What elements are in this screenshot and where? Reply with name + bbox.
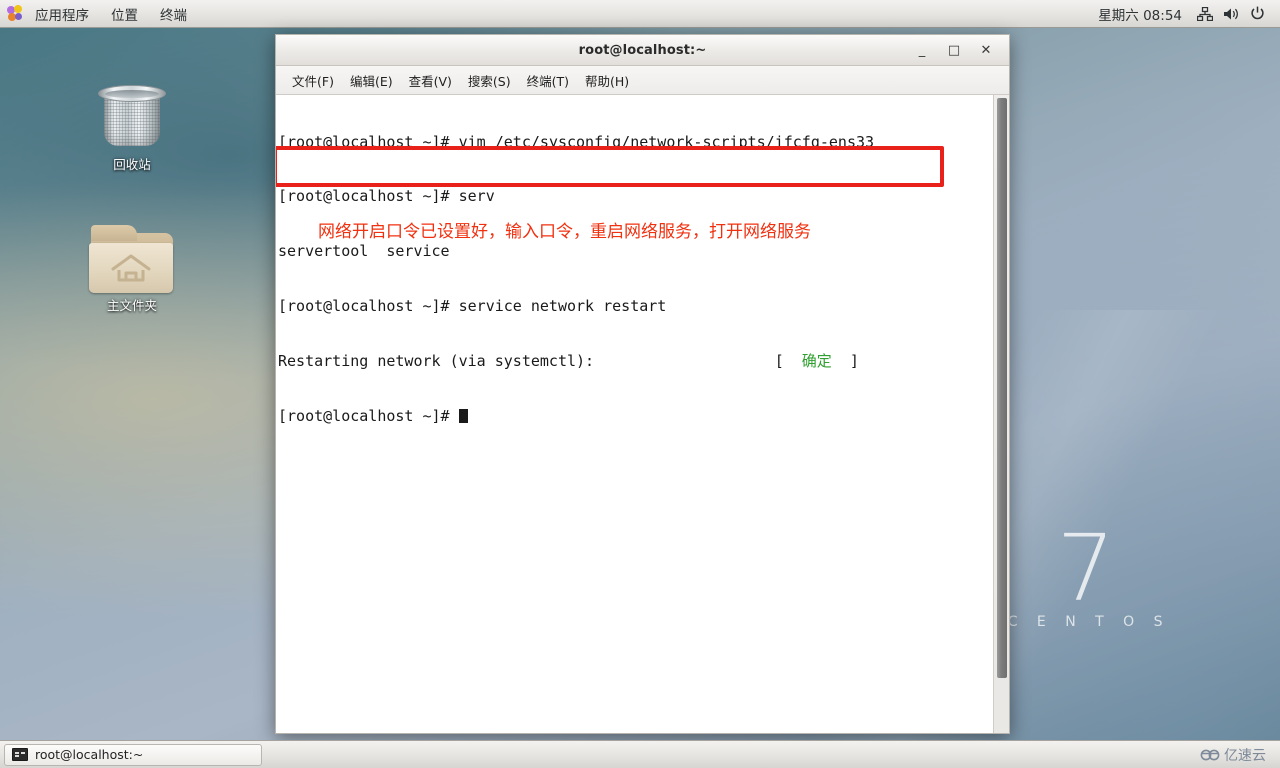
menu-help[interactable]: 帮助(H) <box>577 66 637 94</box>
maximize-button[interactable]: □ <box>945 41 963 59</box>
terminal-text: [root@localhost ~]# vim /etc/sysconfig/n… <box>276 96 985 517</box>
menu-terminal[interactable]: 终端(T) <box>519 66 577 94</box>
top-panel-right: 星期六 08:54 <box>1088 0 1280 27</box>
centos-branding: 7 C E N T O S <box>1002 515 1170 631</box>
terminal-line: [root@localhost ~]# serv <box>278 187 495 206</box>
status-bracket-close: ] <box>849 352 859 371</box>
trash-icon <box>93 76 171 154</box>
annotation-text: 网络开启口令已设置好，输入口令，重启网络服务，打开网络服务 <box>318 222 811 242</box>
window-controls: _ □ ✕ <box>913 41 1009 59</box>
terminal-prompt-line: [root@localhost ~]# <box>278 407 985 425</box>
terminal-line-status: Restarting network (via systemctl): [ 确定… <box>278 352 985 370</box>
menu-edit[interactable]: 编辑(E) <box>342 66 401 94</box>
terminal-icon <box>12 748 28 761</box>
centos-version-number: 7 <box>1056 515 1116 622</box>
terminal-prompt: [root@localhost ~]# <box>278 407 459 426</box>
highlight-box <box>276 146 944 187</box>
home-folder-icon <box>89 223 175 295</box>
menu-search[interactable]: 搜索(S) <box>460 66 519 94</box>
top-panel-left: 应用程序 位置 终端 <box>0 0 198 27</box>
desktop-icon-home[interactable]: 主文件夹 <box>72 223 192 313</box>
window-title-bar[interactable]: root@localhost:~ _ □ ✕ <box>276 35 1009 66</box>
terminal-output-area[interactable]: [root@localhost ~]# vim /etc/sysconfig/n… <box>276 95 1009 733</box>
top-panel: 应用程序 位置 终端 星期六 08:54 <box>0 0 1280 28</box>
menu-bar: 文件(F) 编辑(E) 查看(V) 搜索(S) 终端(T) 帮助(H) <box>276 66 1009 95</box>
house-glyph <box>111 254 151 282</box>
watermark: 亿速云 <box>1200 745 1280 765</box>
minimize-button[interactable]: _ <box>913 41 931 59</box>
status-ok-label: 确定 <box>801 352 832 371</box>
volume-icon[interactable] <box>1218 0 1244 28</box>
terminal-line: servertool service <box>278 242 450 261</box>
applications-icon[interactable] <box>7 5 24 22</box>
menu-terminal[interactable]: 终端 <box>149 0 198 27</box>
desktop-icon-trash-label: 回收站 <box>113 157 151 172</box>
terminal-line: [root@localhost ~]# vim /etc/sysconfig/n… <box>278 132 875 151</box>
watermark-logo-icon <box>1200 749 1220 760</box>
menu-applications[interactable]: 应用程序 <box>24 0 100 27</box>
terminal-status-prefix: Restarting network (via systemctl): <box>278 352 595 371</box>
bottom-panel: root@localhost:~ 亿速云 <box>0 740 1280 768</box>
clock[interactable]: 星期六 08:54 <box>1088 4 1192 24</box>
watermark-text: 亿速云 <box>1224 747 1266 764</box>
desktop-icon-home-label: 主文件夹 <box>106 298 157 313</box>
terminal-line: [root@localhost ~]# service network rest… <box>278 297 667 316</box>
network-icon[interactable] <box>1192 0 1218 28</box>
menu-view[interactable]: 查看(V) <box>401 66 460 94</box>
terminal-cursor <box>458 409 468 424</box>
terminal-scrollbar-thumb[interactable] <box>997 98 1007 678</box>
terminal-window[interactable]: root@localhost:~ _ □ ✕ 文件(F) 编辑(E) 查看(V)… <box>275 34 1010 734</box>
close-button[interactable]: ✕ <box>977 41 995 59</box>
taskbar-window-label: root@localhost:~ <box>35 747 144 762</box>
terminal-scrollbar[interactable] <box>993 95 1009 733</box>
menu-file[interactable]: 文件(F) <box>284 66 342 94</box>
desktop-icon-trash[interactable]: 回收站 <box>72 76 192 172</box>
menu-places[interactable]: 位置 <box>100 0 149 27</box>
power-icon[interactable] <box>1244 0 1270 28</box>
status-bracket-open: [ <box>774 352 784 371</box>
window-title: root@localhost:~ <box>578 42 707 58</box>
centos-wordmark: C E N T O S <box>1007 614 1170 630</box>
taskbar-window-button[interactable]: root@localhost:~ <box>4 743 262 766</box>
